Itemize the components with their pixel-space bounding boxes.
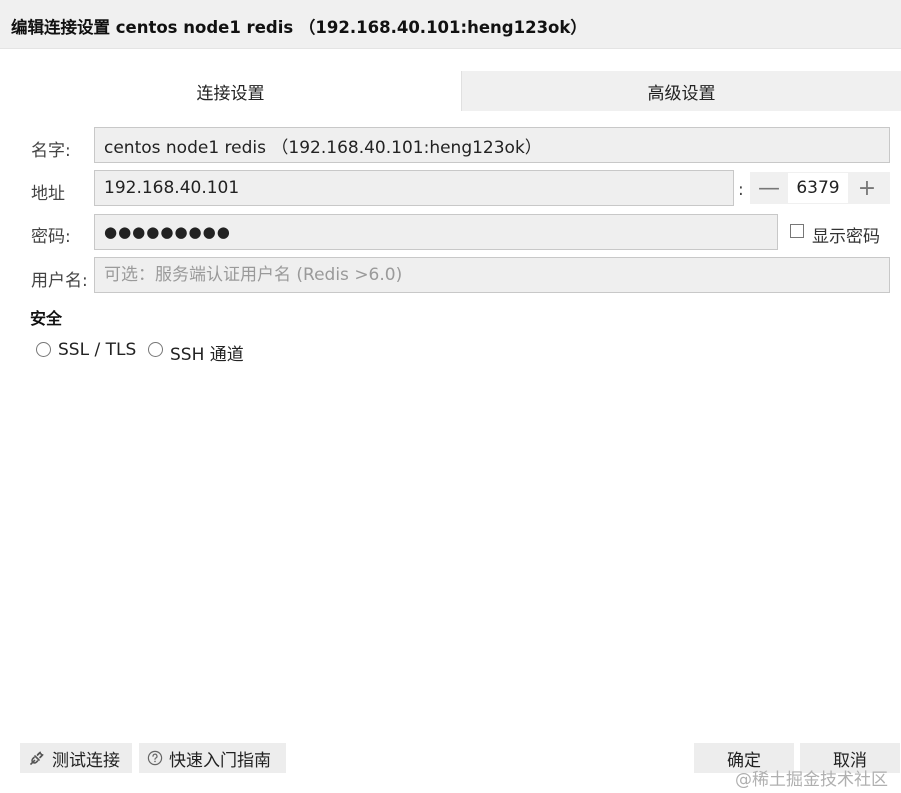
username-field[interactable] [94,257,890,293]
name-value: centos node1 redis （192.168.40.101:heng1… [104,137,542,158]
tab-advanced-settings[interactable]: 高级设置 [461,71,901,111]
watermark: @稀土掘金技术社区 [735,770,888,790]
password-value: ●●●●●●●●● [104,223,231,241]
show-password-checkbox[interactable] [790,224,804,238]
tab-connection-settings[interactable]: 连接设置 [0,71,461,111]
plus-icon: + [857,175,877,201]
password-field[interactable]: ●●●●●●●●● [94,214,778,250]
name-field[interactable]: centos node1 redis （192.168.40.101:heng1… [94,127,890,163]
tab-label: 高级设置 [647,83,716,104]
test-connection-button[interactable]: 测试连接 [20,743,132,773]
port-stepper: — 6379 + [750,172,890,204]
security-section-title: 安全 [30,309,63,328]
help-circle-icon [147,750,163,766]
port-decrement-button[interactable]: — [750,172,788,204]
port-increment-button[interactable]: + [848,172,886,204]
minus-icon: — [758,175,780,201]
test-connection-label: 测试连接 [52,750,120,771]
port-value: 6379 [796,178,840,198]
show-password-label[interactable]: 显示密码 [812,222,880,247]
dialog-title: 编辑连接设置 centos node1 redis （192.168.40.10… [11,18,587,37]
port-input[interactable]: 6379 [788,173,848,203]
tab-label: 连接设置 [196,83,265,104]
quick-start-guide-label: 快速入门指南 [169,750,271,771]
username-label: 用户名: [31,271,88,291]
plug-icon [28,749,46,767]
address-value: 192.168.40.101 [104,178,240,198]
ssh-tunnel-radio[interactable] [148,342,163,357]
port-separator: : [738,180,744,200]
ssl-tls-radio[interactable] [36,342,51,357]
dialog-titlebar: 编辑连接设置 centos node1 redis （192.168.40.10… [0,0,901,49]
address-label: 地址 [31,184,65,204]
username-input[interactable] [104,265,889,285]
quick-start-guide-button[interactable]: 快速入门指南 [139,743,286,773]
ssl-tls-label[interactable]: SSL / TLS [58,340,136,360]
name-label: 名字: [31,141,71,161]
ssh-tunnel-label[interactable]: SSH 通道 [170,340,244,365]
address-field[interactable]: 192.168.40.101 [94,170,734,206]
password-label: 密码: [31,227,71,247]
